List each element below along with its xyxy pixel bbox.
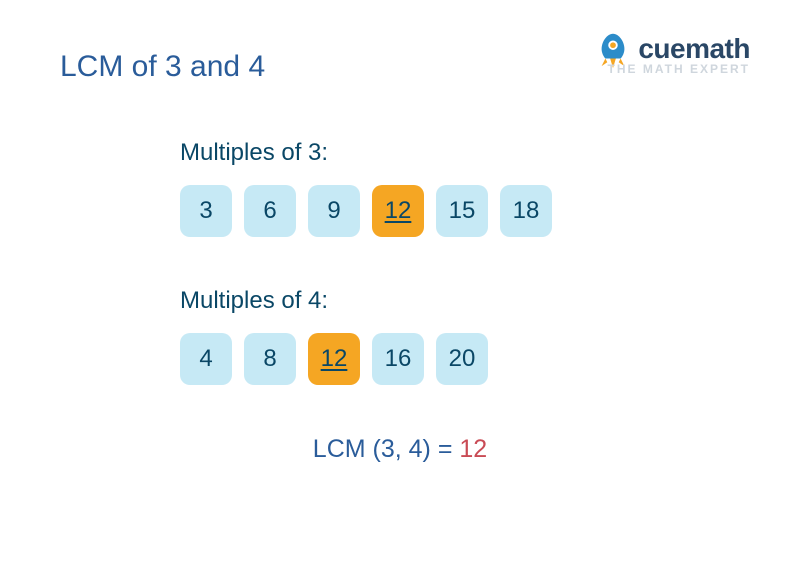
- multiple-chip: 4: [180, 333, 232, 385]
- multiple-chip: 3: [180, 185, 232, 237]
- logo-subtext: THE MATH EXPERT: [608, 62, 750, 76]
- multiple-chip: 18: [500, 185, 552, 237]
- multiple-chip: 15: [436, 185, 488, 237]
- content-area: Multiples of 3: 369121518 Multiples of 4…: [180, 139, 740, 385]
- multiple-chip: 20: [436, 333, 488, 385]
- multiple-chip: 6: [244, 185, 296, 237]
- multiple-chip-highlight: 12: [308, 333, 360, 385]
- multiple-chip-highlight: 12: [372, 185, 424, 237]
- multiple-chip: 16: [372, 333, 424, 385]
- multiples-of-4-row: 48121620: [180, 333, 740, 385]
- result-line: LCM (3, 4) = 12: [60, 435, 740, 464]
- multiples-of-3-label: Multiples of 3:: [180, 139, 740, 167]
- multiple-chip: 8: [244, 333, 296, 385]
- result-prefix: LCM (3, 4) =: [313, 435, 460, 463]
- multiples-of-4-label: Multiples of 4:: [180, 287, 740, 315]
- logo-text: cuemath: [638, 33, 750, 65]
- multiple-chip: 9: [308, 185, 360, 237]
- result-answer: 12: [459, 435, 487, 463]
- multiples-of-3-row: 369121518: [180, 185, 740, 237]
